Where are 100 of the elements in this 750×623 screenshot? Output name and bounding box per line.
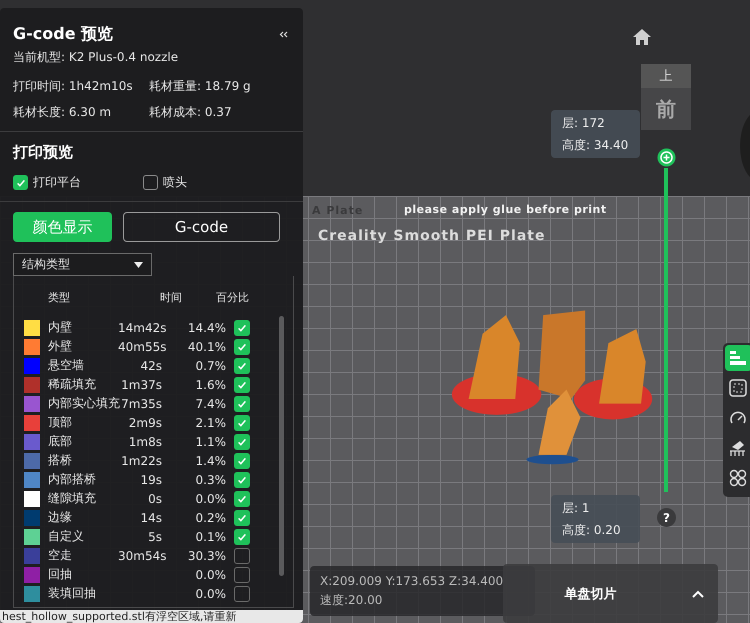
time-value: 2m9s — [128, 416, 162, 430]
percent-value: 30.3% — [188, 548, 226, 562]
feature-name: 悬空墙 — [48, 357, 85, 374]
feature-name: 外壁 — [48, 338, 73, 355]
layer-label: 层: 1 — [562, 500, 590, 516]
layer-label: 层: 172 — [562, 114, 606, 132]
time-value: 42s — [140, 358, 162, 372]
feature-name: 顶部 — [48, 414, 73, 431]
plate-label: Creality Smooth PEI Plate — [318, 228, 546, 244]
plate-notice: please apply glue before print — [404, 203, 607, 216]
time-value: 1m37s — [121, 378, 162, 392]
feature-name: 底部 — [48, 433, 73, 450]
machine-label: 当前机型: K2 Plus-0.4 nozzle — [13, 49, 180, 66]
checkbox[interactable] — [234, 320, 250, 336]
collapse-button[interactable] — [277, 29, 290, 40]
percent-value: 0.7% — [196, 358, 226, 372]
time-value: 30m54s — [118, 548, 166, 562]
percent-value: 1.6% — [196, 378, 226, 392]
feature-name: 装填回抽 — [48, 585, 97, 602]
feature-name: 自定义 — [48, 528, 85, 545]
scrollbar[interactable] — [279, 316, 284, 576]
time-value: 14s — [140, 510, 162, 524]
support-icon — [729, 439, 747, 457]
stat-label: 打印时间: 1h42m10s — [13, 78, 134, 95]
position-readout: X:209.009 Y:173.653 Z:34.400 — [320, 574, 504, 588]
column-header: 类型 — [48, 290, 71, 304]
percent-value: 1.4% — [196, 454, 226, 468]
legend-icon — [729, 350, 747, 366]
column-header: 时间 — [159, 290, 182, 304]
feature-name: 回抽 — [48, 566, 73, 583]
checkbox[interactable] — [234, 548, 250, 564]
checkbox[interactable] — [234, 528, 250, 544]
stat-label: 耗材长度: 6.30 m — [13, 104, 112, 121]
percent-value: 2.1% — [196, 416, 226, 430]
time-value: 1m22s — [121, 454, 162, 468]
checkbox[interactable] — [234, 396, 250, 412]
stat-label: 耗材重量: 18.79 g — [149, 78, 252, 95]
time-value: 19s — [140, 472, 162, 486]
percent-value: 14.4% — [188, 320, 226, 334]
time-value: 40m55s — [118, 340, 166, 354]
dropdown-arrow-icon — [134, 262, 143, 268]
time-value: 14m42s — [118, 320, 166, 334]
feature-name: 空走 — [48, 547, 73, 564]
percent-value: 0.0% — [196, 586, 226, 600]
percent-value: 0.0% — [196, 492, 226, 506]
section-title: 打印预览 — [13, 143, 73, 161]
feature-name: 边缘 — [48, 509, 73, 526]
checkbox[interactable] — [234, 586, 250, 602]
home-icon[interactable] — [632, 28, 652, 46]
feature-name: 缝隙填充 — [48, 490, 97, 507]
checkbox[interactable] — [234, 490, 250, 506]
percent-value: 1.1% — [196, 434, 226, 448]
layer-slider-track[interactable] — [664, 168, 668, 492]
selection-frame-icon — [729, 379, 747, 397]
checkbox[interactable] — [143, 175, 158, 190]
feature-name: 内部实心填充 — [48, 395, 118, 412]
checkbox[interactable] — [13, 175, 28, 190]
percent-value: 0.1% — [196, 530, 226, 544]
percent-value: 0.0% — [196, 568, 226, 582]
time-value: 0s — [148, 492, 162, 506]
percent-value: 0.2% — [196, 510, 226, 524]
speed-readout: 速度:20.00 — [320, 592, 384, 608]
cube-top-face[interactable]: 上 — [641, 64, 691, 88]
checkbox[interactable] — [234, 566, 250, 582]
feature-name: 稀疏填充 — [48, 376, 97, 393]
panel-title: G-code 预览 — [13, 24, 114, 45]
height-label: 高度: 34.40 — [562, 136, 629, 154]
checkbox[interactable] — [234, 338, 250, 354]
caret-icon — [692, 590, 704, 598]
status-message: hest_hollow_supported.stl有浮空区域,请重新 — [0, 610, 303, 623]
checkbox-label: 打印平台 — [33, 174, 81, 191]
checkbox[interactable] — [234, 414, 250, 430]
slider-handle-icon[interactable] — [657, 148, 676, 167]
checkbox-label: 喷头 — [163, 174, 187, 191]
checkbox[interactable] — [234, 434, 250, 450]
view-mode-button[interactable]: G-code — [123, 212, 280, 242]
cube-front-face[interactable]: 前 — [641, 88, 691, 130]
feature-name: 搭桥 — [48, 452, 73, 469]
checkbox[interactable] — [234, 376, 250, 392]
toolbar-button[interactable] — [724, 345, 750, 371]
percent-value: 0.3% — [196, 472, 226, 486]
feature-name: 内壁 — [48, 319, 73, 336]
time-value: 5s — [148, 530, 162, 544]
checkbox[interactable] — [234, 358, 250, 374]
percent-value: 40.1% — [188, 340, 226, 354]
stat-label: 耗材成本: 0.37 — [149, 104, 233, 121]
view-cube[interactable]: 上 前 — [641, 64, 691, 130]
checkbox[interactable] — [234, 472, 250, 488]
checkbox[interactable] — [234, 452, 250, 468]
column-header: 百分比 — [215, 290, 249, 304]
height-label: 高度: 0.20 — [562, 522, 622, 538]
checkbox[interactable] — [234, 510, 250, 526]
feature-name: 内部搭桥 — [48, 471, 97, 488]
percent-value: 7.4% — [196, 396, 226, 410]
type-dropdown[interactable]: 结构类型 — [13, 253, 152, 276]
time-value: 1m8s — [128, 434, 162, 448]
double-chevron-icon — [279, 31, 288, 38]
parts-icon — [729, 469, 747, 487]
time-value: 7m35s — [121, 396, 162, 410]
slice-button[interactable]: 单盘切片 — [503, 564, 678, 623]
